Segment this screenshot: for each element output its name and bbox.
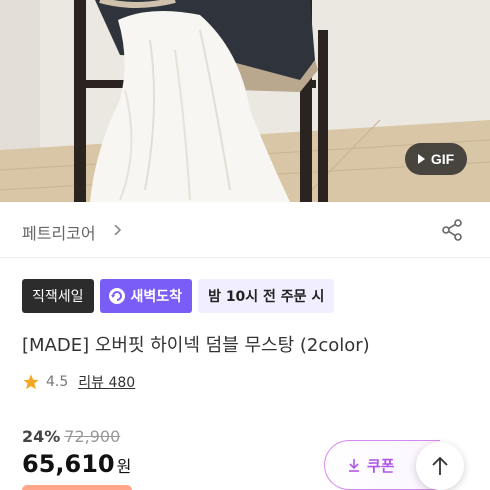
dawn-delivery-badge: 새벽도착 [99,279,193,313]
brand-row[interactable]: 페트리코어 [0,202,490,258]
brand-name[interactable]: 페트리코어 [22,220,96,244]
direct-sale-badge: 직잭세일 [22,279,94,313]
discount-row: 24% 72,900 [22,427,120,446]
product-image[interactable]: GIF [0,0,490,202]
play-icon [417,154,425,164]
member-price-partial [22,485,132,490]
gif-label: GIF [430,151,455,167]
gif-badge[interactable]: GIF [405,143,467,175]
price-currency: 원 [116,457,132,476]
original-price: 72,900 [64,427,121,446]
download-icon [349,459,359,472]
order-deadline-badge: 밤 10시 전 주문 시 [198,279,335,313]
review-link[interactable]: 리뷰 480 [78,372,135,392]
rating-row: 4.5 리뷰 480 [22,372,135,392]
star-icon [23,374,39,390]
product-title: [MADE] 오버핏 하이넥 덤블 무스탕 (2color) [22,335,370,356]
price-row: 65,610 원 [22,450,131,478]
chevron-right-icon [114,225,122,235]
coupon-label: 쿠폰 [367,456,395,475]
badge-row: 직잭세일 새벽도착 밤 10시 전 주문 시 [22,279,335,313]
scroll-to-top-button[interactable] [416,442,464,490]
dawn-delivery-icon [108,288,125,304]
sale-price: 65,610 [22,450,115,478]
arrow-up-icon [432,456,448,475]
dawn-delivery-label: 새벽도착 [130,289,183,305]
discount-rate: 24% [22,427,61,446]
share-icon[interactable] [440,218,464,242]
rating-value: 4.5 [46,374,69,390]
